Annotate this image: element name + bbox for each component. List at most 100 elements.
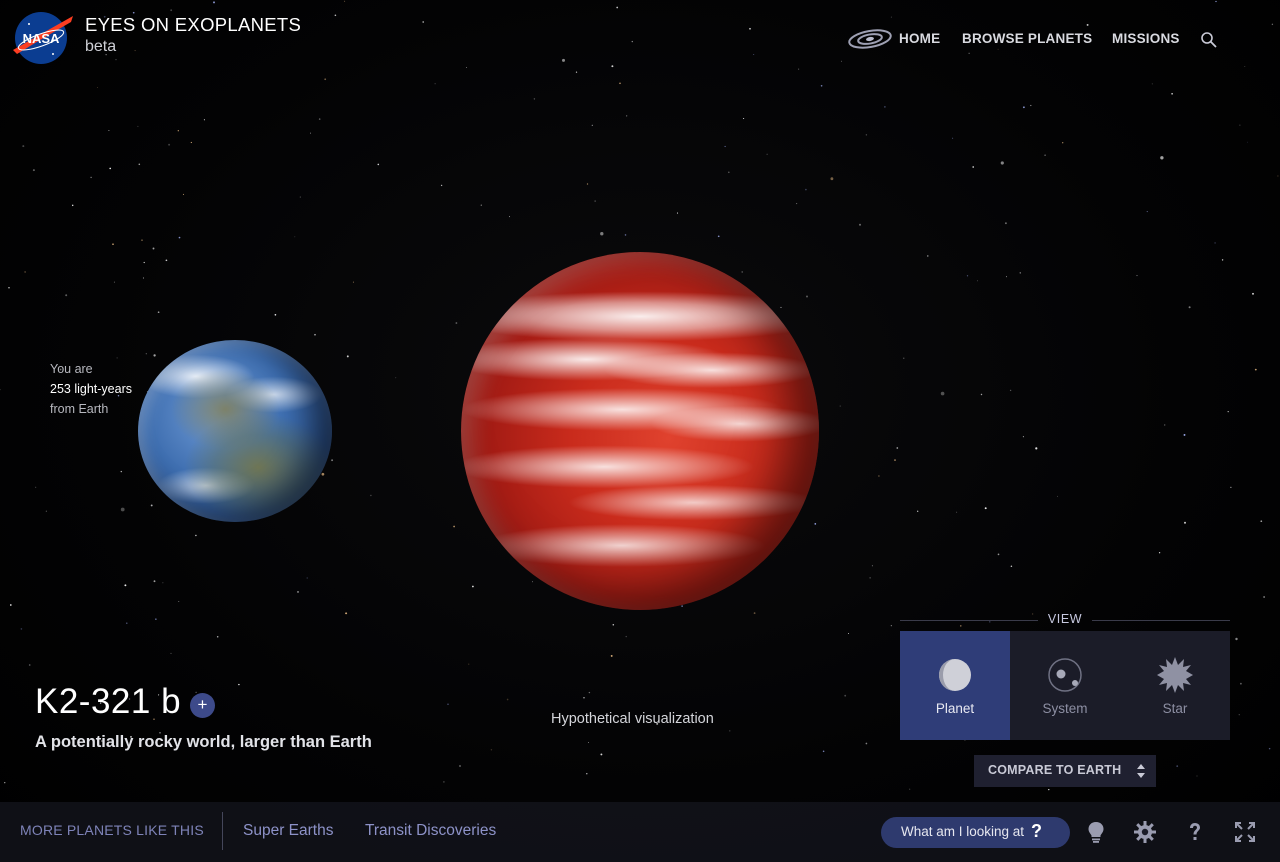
category-super-earths[interactable]: Super Earths — [243, 822, 333, 840]
star-dot — [972, 166, 975, 168]
star-dot — [195, 534, 197, 537]
star-dot — [583, 697, 585, 699]
star-dot — [749, 27, 751, 30]
star-dot — [1235, 637, 1238, 641]
category-transit-discoveries[interactable]: Transit Discoveries — [365, 822, 496, 840]
star-dot — [533, 98, 536, 100]
exoplanet-globe[interactable] — [461, 252, 819, 610]
star-dot — [952, 137, 954, 139]
star-dot — [1035, 447, 1038, 450]
star-dot — [90, 176, 92, 179]
star-dot — [587, 742, 589, 744]
star-dot — [830, 177, 834, 181]
svg-text:NASA: NASA — [23, 31, 60, 46]
view-option-system[interactable]: System — [1010, 631, 1120, 740]
star-dot — [108, 129, 110, 132]
star-dot — [575, 71, 578, 73]
star-dot — [1221, 259, 1224, 261]
star-dot — [984, 507, 987, 510]
star-dot — [468, 663, 470, 665]
star-dot — [729, 730, 731, 732]
star-dot — [134, 50, 136, 52]
star-dot — [112, 243, 114, 245]
help-pill-label: What am I looking at — [901, 824, 1025, 839]
star-dot — [310, 132, 311, 134]
star-dot — [1215, 0, 1217, 3]
star-dot — [562, 58, 565, 62]
visualization-caption: Hypothetical visualization — [551, 711, 714, 727]
what-am-i-looking-at-button[interactable]: What am I looking at ? — [881, 817, 1070, 848]
view-option-star[interactable]: Star — [1120, 631, 1230, 740]
distance-suffix: from Earth — [50, 402, 109, 416]
star-dot — [1268, 747, 1271, 750]
star-dot — [1151, 83, 1153, 85]
divider — [222, 812, 223, 850]
star-dot — [22, 145, 25, 148]
star-dot — [840, 60, 843, 62]
star-dot — [917, 510, 919, 512]
star-dot — [814, 523, 817, 525]
star-dot — [182, 193, 185, 195]
star-dot — [1010, 565, 1013, 567]
earth-globe[interactable] — [138, 340, 332, 522]
nasa-logo[interactable]: NASA — [11, 10, 75, 66]
nav-missions[interactable]: MISSIONS — [1112, 31, 1180, 46]
star-dot — [796, 203, 798, 205]
star-dot — [1176, 765, 1179, 767]
star-dot — [321, 472, 325, 476]
lightbulb-icon[interactable] — [1084, 820, 1108, 844]
star-dot — [859, 223, 861, 226]
star-dot — [28, 664, 31, 666]
star-dot — [346, 355, 349, 358]
star-dot — [8, 287, 10, 289]
star-dot — [980, 393, 983, 396]
gear-icon[interactable] — [1133, 820, 1157, 844]
star-dot — [120, 470, 123, 473]
star-dot — [1252, 292, 1254, 295]
star-dot — [306, 577, 308, 579]
nav-home[interactable]: HOME — [899, 31, 940, 46]
star-dot — [890, 625, 892, 627]
star-dot — [1022, 436, 1024, 438]
star-dot — [334, 14, 337, 17]
star-dot — [624, 234, 627, 236]
star-dot — [610, 654, 613, 657]
star-dot — [798, 68, 800, 70]
star-dot — [459, 765, 461, 767]
galaxy-icon[interactable] — [847, 27, 893, 51]
view-option-planet[interactable]: Planet — [900, 631, 1010, 740]
star-dot — [472, 585, 474, 588]
star-dot — [453, 525, 455, 528]
star-dot — [299, 196, 301, 198]
star-dot — [728, 171, 730, 174]
exoplanet-viewer[interactable]: NASA EYES ON EXOPLANETS beta HOME BROWSE… — [0, 0, 1280, 862]
site-title[interactable]: EYES ON EXOPLANETS — [85, 14, 301, 36]
fullscreen-icon[interactable] — [1233, 820, 1257, 844]
search-icon[interactable] — [1200, 31, 1218, 49]
star-dot — [753, 53, 755, 56]
star-dot — [370, 494, 372, 497]
star-dot — [619, 82, 621, 85]
add-planet-button[interactable]: + — [190, 693, 215, 718]
star-dot — [976, 280, 978, 282]
star-dot — [318, 118, 321, 120]
star-dot — [440, 184, 443, 187]
star-dot — [884, 106, 886, 108]
star-dot — [113, 281, 115, 283]
help-icon[interactable] — [1183, 820, 1207, 844]
star-dot — [890, 16, 892, 18]
star-dot — [138, 163, 141, 166]
distance-prefix: You are — [50, 362, 93, 376]
star-dot — [1000, 161, 1004, 165]
star-dot — [848, 633, 849, 634]
star-dot — [190, 141, 192, 144]
star-dot — [1160, 156, 1164, 160]
compare-to-earth-button[interactable]: COMPARE TO EARTH — [974, 755, 1156, 787]
star-dot — [1238, 714, 1240, 716]
star-dot — [153, 580, 156, 583]
star-dot — [480, 204, 482, 206]
nav-browse-planets[interactable]: BROWSE PLANETS — [962, 31, 1092, 46]
star-dot — [165, 259, 168, 262]
star-dot — [142, 277, 144, 279]
star-dot — [422, 21, 425, 23]
